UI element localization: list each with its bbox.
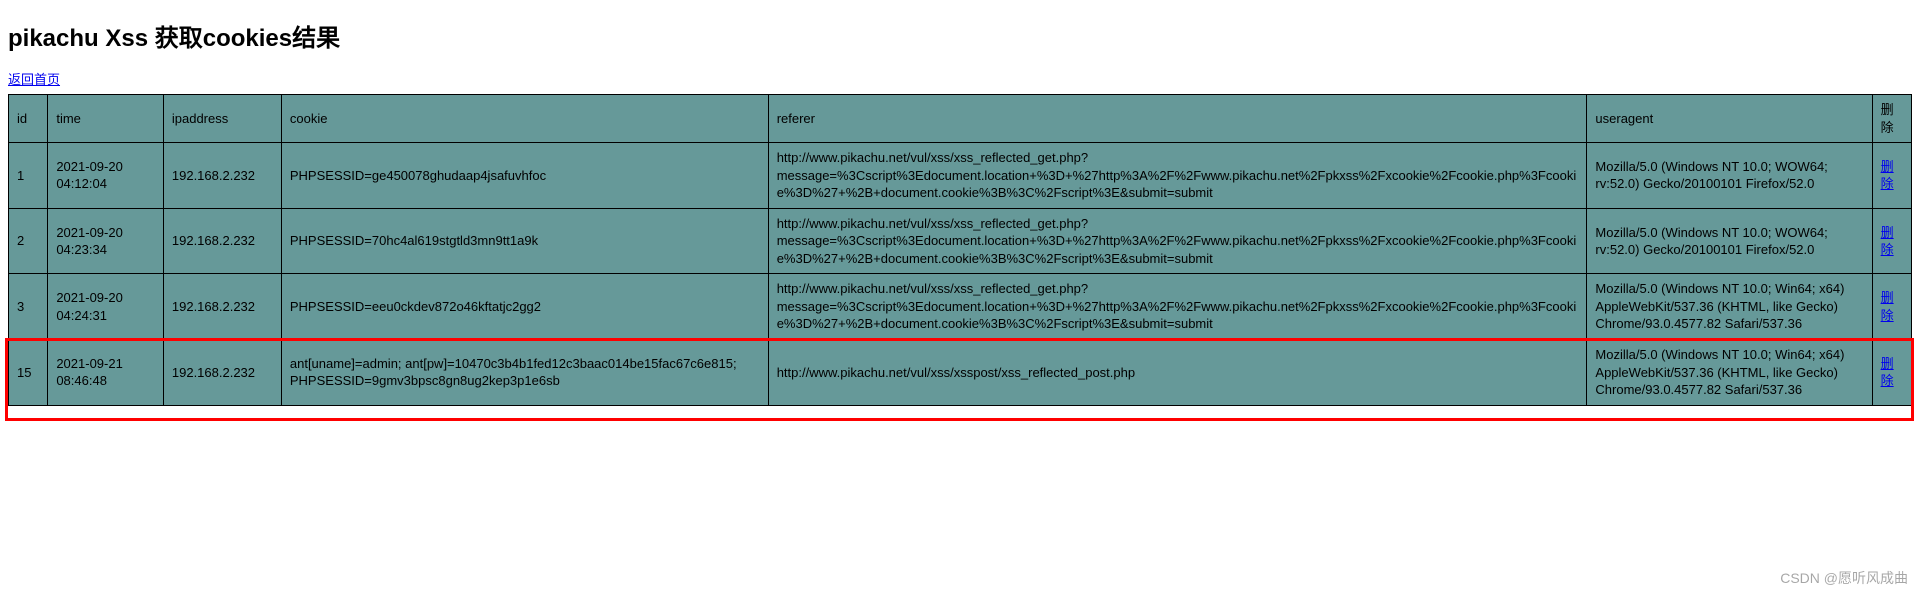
cell-ipaddress: 192.168.2.232 bbox=[163, 340, 281, 406]
results-table: id time ipaddress cookie referer userage… bbox=[8, 94, 1912, 406]
home-link[interactable]: 返回首页 bbox=[8, 69, 60, 88]
col-referer: referer bbox=[768, 95, 1587, 143]
cell-delete: 删除 bbox=[1872, 340, 1911, 406]
cell-delete: 删除 bbox=[1872, 208, 1911, 274]
cell-delete: 删除 bbox=[1872, 274, 1911, 340]
cell-useragent: Mozilla/5.0 (Windows NT 10.0; Win64; x64… bbox=[1587, 274, 1872, 340]
watermark: CSDN @愿听风成曲 bbox=[1780, 568, 1908, 588]
col-id: id bbox=[9, 95, 48, 143]
cell-id: 15 bbox=[9, 340, 48, 406]
cell-useragent: Mozilla/5.0 (Windows NT 10.0; Win64; x64… bbox=[1587, 340, 1872, 406]
cell-referer: http://www.pikachu.net/vul/xss/xss_refle… bbox=[768, 208, 1587, 274]
col-delete: 删除 bbox=[1872, 95, 1911, 143]
cell-time: 2021-09-21 08:46:48 bbox=[48, 340, 164, 406]
page-title: pikachu Xss 获取cookies结果 bbox=[8, 18, 1912, 53]
col-time: time bbox=[48, 95, 164, 143]
cell-time: 2021-09-20 04:23:34 bbox=[48, 208, 164, 274]
table-row: 12021-09-20 04:12:04192.168.2.232PHPSESS… bbox=[9, 143, 1912, 209]
delete-link[interactable]: 删除 bbox=[1881, 225, 1894, 258]
table-row: 22021-09-20 04:23:34192.168.2.232PHPSESS… bbox=[9, 208, 1912, 274]
cell-cookie: PHPSESSID=70hc4al619stgtld3mn9tt1a9k bbox=[281, 208, 768, 274]
table-row: 32021-09-20 04:24:31192.168.2.232PHPSESS… bbox=[9, 274, 1912, 340]
cell-ipaddress: 192.168.2.232 bbox=[163, 208, 281, 274]
cell-cookie: PHPSESSID=eeu0ckdev872o46kftatjc2gg2 bbox=[281, 274, 768, 340]
cell-id: 1 bbox=[9, 143, 48, 209]
cell-cookie: PHPSESSID=ge450078ghudaap4jsafuvhfoc bbox=[281, 143, 768, 209]
cell-cookie: ant[uname]=admin; ant[pw]=10470c3b4b1fed… bbox=[281, 340, 768, 406]
table-wrap: id time ipaddress cookie referer userage… bbox=[8, 94, 1912, 406]
cell-delete: 删除 bbox=[1872, 143, 1911, 209]
cell-time: 2021-09-20 04:24:31 bbox=[48, 274, 164, 340]
cell-ipaddress: 192.168.2.232 bbox=[163, 143, 281, 209]
cell-id: 2 bbox=[9, 208, 48, 274]
cell-useragent: Mozilla/5.0 (Windows NT 10.0; WOW64; rv:… bbox=[1587, 143, 1872, 209]
delete-link[interactable]: 删除 bbox=[1881, 356, 1894, 389]
cell-time: 2021-09-20 04:12:04 bbox=[48, 143, 164, 209]
table-header-row: id time ipaddress cookie referer userage… bbox=[9, 95, 1912, 143]
delete-link[interactable]: 删除 bbox=[1881, 290, 1894, 323]
table-row: 152021-09-21 08:46:48192.168.2.232ant[un… bbox=[9, 340, 1912, 406]
col-useragent: useragent bbox=[1587, 95, 1872, 143]
cell-ipaddress: 192.168.2.232 bbox=[163, 274, 281, 340]
cell-referer: http://www.pikachu.net/vul/xss/xsspost/x… bbox=[768, 340, 1587, 406]
col-cookie: cookie bbox=[281, 95, 768, 143]
cell-referer: http://www.pikachu.net/vul/xss/xss_refle… bbox=[768, 274, 1587, 340]
cell-referer: http://www.pikachu.net/vul/xss/xss_refle… bbox=[768, 143, 1587, 209]
cell-id: 3 bbox=[9, 274, 48, 340]
delete-link[interactable]: 删除 bbox=[1881, 159, 1894, 192]
cell-useragent: Mozilla/5.0 (Windows NT 10.0; WOW64; rv:… bbox=[1587, 208, 1872, 274]
col-ipaddress: ipaddress bbox=[163, 95, 281, 143]
